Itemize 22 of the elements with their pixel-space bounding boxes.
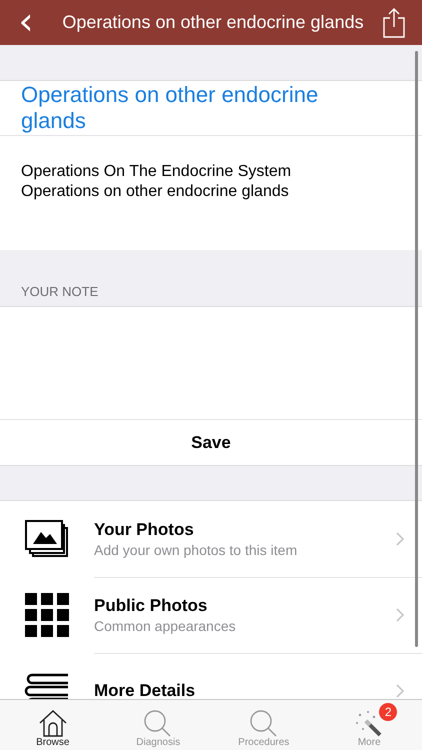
- search-icon: [248, 709, 279, 737]
- row-title: More Details: [94, 681, 196, 699]
- books-icon: [24, 671, 70, 699]
- category-line: Operations On The Endocrine System: [21, 162, 292, 182]
- nav-title: Operations on other endocrine glands: [61, 12, 365, 33]
- row-title: Public Photos: [94, 596, 208, 616]
- row-subtitle: Common appearances: [94, 618, 237, 634]
- tab-bar-item[interactable]: More 2: [316, 700, 422, 750]
- home-icon: [38, 709, 68, 737]
- photos-icon: [25, 520, 69, 558]
- menu-row[interactable]: More Details: [0, 653, 422, 699]
- back-button[interactable]: ‹: [10, 2, 50, 44]
- grid-icon: [25, 593, 69, 637]
- tab-bar-item[interactable]: Browse: [0, 700, 106, 750]
- notification-badge: 2: [379, 703, 398, 721]
- category-line: Operations on other endocrine glands: [21, 182, 290, 202]
- row-title: Your Photos: [94, 520, 195, 540]
- chevron-icon: [396, 608, 404, 622]
- row-subtitle: Add your own photos to this item: [94, 542, 298, 558]
- section-label: YOUR NOTE: [21, 284, 98, 299]
- share-icon: [383, 8, 405, 38]
- chevron-icon: [396, 532, 404, 546]
